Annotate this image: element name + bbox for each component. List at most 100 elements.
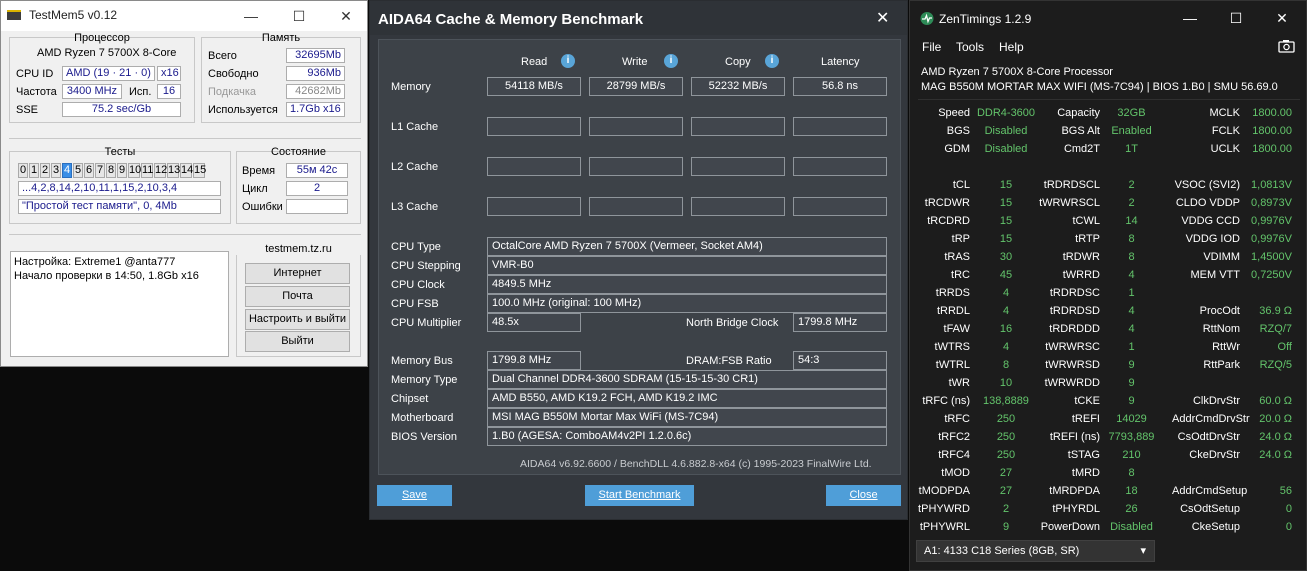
info-icon[interactable]: i bbox=[664, 54, 678, 68]
timing-label: CLDO VDDP bbox=[1175, 197, 1240, 209]
timing-value: 14 bbox=[1125, 215, 1138, 227]
aida64-window: AIDA64 Cache & Memory Benchmark ✕ Read i… bbox=[369, 0, 908, 520]
timings-grid: Speed DDR4-3600 Capacity 32GB MCLK 1800.00 BGS… bbox=[910, 107, 1306, 533]
timing-label: tRCDWR bbox=[924, 197, 970, 209]
log-box[interactable]: Настройка: Extreme1 @anta777 Начало пров… bbox=[10, 251, 229, 357]
camera-icon[interactable] bbox=[1278, 39, 1295, 53]
save-button[interactable]: Save bbox=[377, 485, 452, 506]
divider bbox=[9, 234, 361, 235]
cpu-group-title: Процессор bbox=[74, 32, 130, 44]
chevron-down-icon: ▾ bbox=[1140, 545, 1146, 557]
errors-value bbox=[286, 199, 348, 214]
l3-read bbox=[487, 197, 581, 216]
timing-label: tRDRDSC bbox=[1049, 287, 1100, 299]
total-value: 32695Mb bbox=[286, 48, 345, 63]
setup-exit-button[interactable]: Настроить и выйти bbox=[245, 309, 350, 330]
timing-value: 4 bbox=[1128, 323, 1135, 335]
used-value: 1.7Gb x16 bbox=[286, 102, 345, 117]
test-indicator: 12 bbox=[154, 163, 168, 178]
test-indicator: 8 bbox=[106, 163, 116, 178]
timing-label: MEM VTT bbox=[1190, 269, 1241, 281]
timing-value: 2 bbox=[1128, 197, 1135, 209]
timing-label: AddrCmdSetup bbox=[1172, 485, 1248, 497]
profile-select[interactable]: A1: 4133 C18 Series (8GB, SR) ▾ bbox=[916, 540, 1155, 562]
cpu-multiplier-value: 48.5x bbox=[487, 313, 581, 332]
timing-value: 7793,889 bbox=[1108, 431, 1155, 443]
timing-label: CkeDrvStr bbox=[1189, 449, 1240, 461]
site-group-title: testmem.tz.ru bbox=[236, 243, 361, 255]
exit-button[interactable]: Выйти bbox=[245, 331, 350, 352]
timing-value: 4 bbox=[1002, 287, 1010, 299]
timing-value: 4 bbox=[1128, 269, 1135, 281]
menu-tools[interactable]: Tools bbox=[956, 40, 984, 54]
timing-value: 0,9976V bbox=[1251, 215, 1292, 227]
timing-value: 56 bbox=[1279, 485, 1292, 497]
cpu-name: AMD Ryzen 7 5700X 8-Core Processor bbox=[921, 66, 1113, 78]
nb-clock-label: North Bridge Clock bbox=[686, 317, 779, 329]
maximize-button[interactable]: ☐ bbox=[279, 8, 319, 24]
timing-value: 4 bbox=[1002, 341, 1010, 353]
timing-label: RttPark bbox=[1203, 359, 1240, 371]
memory-chip-icon bbox=[7, 10, 21, 20]
test-sequence: ...4,2,8,14,2,10,11,1,15,2,10,3,4 bbox=[18, 181, 221, 196]
isp-value: 16 bbox=[157, 84, 181, 99]
start-benchmark-button[interactable]: Start Benchmark bbox=[585, 485, 694, 506]
row-memory-label: Memory bbox=[391, 81, 431, 93]
timing-label: tCL bbox=[952, 179, 970, 191]
close-button[interactable]: ✕ bbox=[326, 8, 366, 24]
swap-label: Подкачка bbox=[208, 86, 257, 98]
timing-label: tWRWRSCL bbox=[1039, 197, 1100, 209]
timing-label: tMRD bbox=[1071, 467, 1100, 479]
time-value: 55м 42с bbox=[286, 163, 348, 178]
cpu-type-label: CPU Type bbox=[391, 241, 441, 253]
timing-label: Capacity bbox=[1057, 107, 1100, 119]
timing-label: tPHYWRL bbox=[919, 521, 970, 533]
close-button[interactable]: ✕ bbox=[1262, 10, 1302, 26]
current-test: "Простой тест памяти", 0, 4Mb bbox=[18, 199, 221, 214]
l2-copy bbox=[691, 157, 785, 176]
row-l3-label: L3 Cache bbox=[391, 201, 439, 213]
menu-file[interactable]: File bbox=[922, 40, 941, 54]
timing-value: 1 bbox=[1128, 341, 1135, 353]
timing-label: CkeSetup bbox=[1191, 521, 1240, 533]
test-indicator: 14 bbox=[180, 163, 194, 178]
menu-help[interactable]: Help bbox=[999, 40, 1024, 54]
title-bar[interactable]: TestMem5 v0.12 — ☐ ✕ bbox=[1, 1, 367, 31]
info-icon[interactable]: i bbox=[765, 54, 779, 68]
mem-bus-label: Memory Bus bbox=[391, 355, 453, 367]
internet-button[interactable]: Интернет bbox=[245, 263, 350, 284]
memory-latency: 56.8 ns bbox=[793, 77, 887, 96]
close-button[interactable]: ✕ bbox=[876, 8, 889, 28]
swap-value: 42682Mb bbox=[286, 84, 345, 99]
timing-value: 2 bbox=[1128, 179, 1135, 191]
timing-label: UCLK bbox=[1210, 143, 1240, 155]
title-bar[interactable]: AIDA64 Cache & Memory Benchmark ✕ bbox=[370, 1, 907, 35]
timing-label: RttNom bbox=[1202, 323, 1240, 335]
maximize-button[interactable]: ☐ bbox=[1216, 10, 1256, 26]
memory-group-title: Память bbox=[261, 32, 301, 44]
test-indicator: 4 bbox=[62, 163, 72, 178]
timing-value: 36.9 Ω bbox=[1259, 305, 1292, 317]
timing-label: tMOD bbox=[941, 467, 970, 479]
col-read-header: Read bbox=[521, 56, 548, 68]
timing-label: CsOdtDrvStr bbox=[1177, 431, 1240, 443]
timing-value: 250 bbox=[996, 431, 1016, 443]
timing-value: 15 bbox=[999, 233, 1013, 245]
l3-copy bbox=[691, 197, 785, 216]
tests-group-title: Тесты bbox=[104, 146, 136, 158]
mem-type-label: Memory Type bbox=[391, 374, 458, 386]
info-icon[interactable]: i bbox=[561, 54, 575, 68]
timing-label: tRFC (ns) bbox=[922, 395, 970, 407]
minimize-button[interactable]: — bbox=[1170, 10, 1210, 26]
timing-value: 1,4500V bbox=[1251, 251, 1292, 263]
close-dialog-button[interactable]: Close bbox=[826, 485, 901, 506]
timing-value: 0,9976V bbox=[1251, 233, 1292, 245]
isp-label: Исп. bbox=[129, 86, 152, 98]
minimize-button[interactable]: — bbox=[231, 8, 271, 24]
l2-write bbox=[589, 157, 683, 176]
timing-label: PowerDown bbox=[1040, 521, 1100, 533]
timing-label: tRDWR bbox=[1062, 251, 1100, 263]
mail-button[interactable]: Почта bbox=[245, 286, 350, 307]
timing-value: 1T bbox=[1125, 143, 1138, 155]
timing-label: RttWr bbox=[1212, 341, 1240, 353]
